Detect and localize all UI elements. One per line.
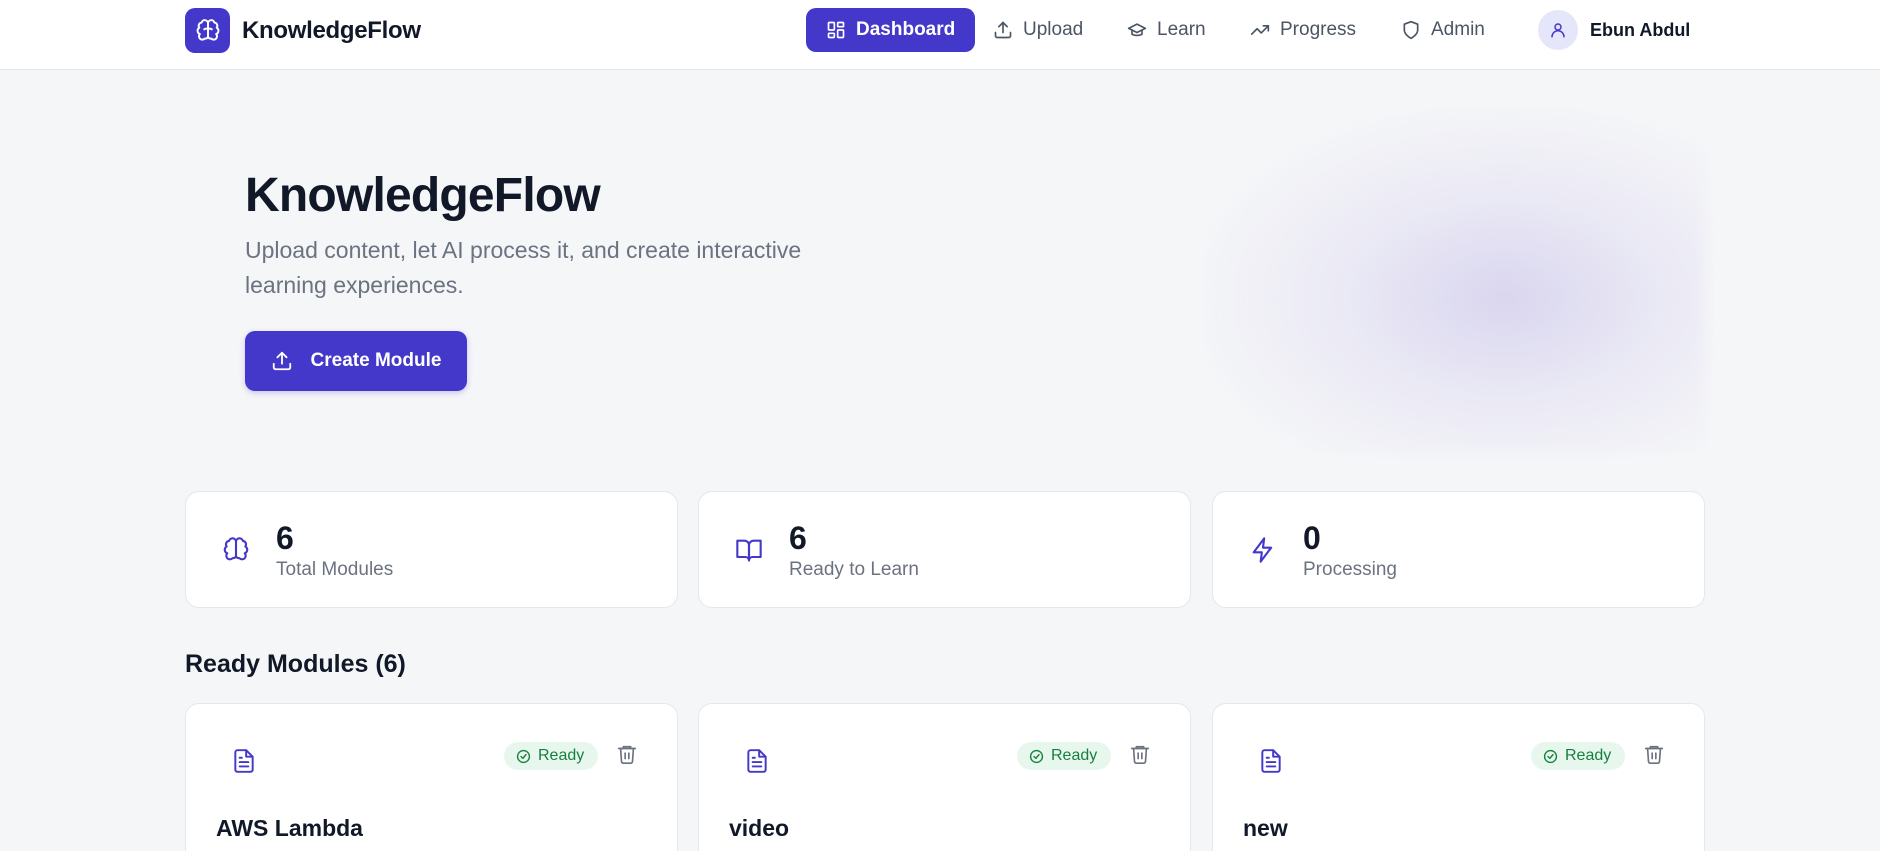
- nav-upload[interactable]: Upload: [973, 8, 1103, 52]
- module-card[interactable]: Ready video: [698, 703, 1191, 851]
- stat-label: Total Modules: [276, 559, 394, 580]
- status-badge: Ready: [1017, 742, 1112, 770]
- nav-admin[interactable]: Admin: [1381, 8, 1505, 52]
- trending-up-icon: [1250, 25, 1270, 36]
- brain-icon: [196, 18, 219, 41]
- grid-icon: [827, 21, 845, 39]
- file-text-icon: [747, 749, 767, 773]
- trash-icon[interactable]: [616, 743, 638, 765]
- stat-processing: 0 Processing: [1212, 491, 1705, 608]
- stat-value: 0: [1303, 520, 1321, 556]
- check-circle-icon: [1029, 749, 1044, 763]
- status-label: Ready: [538, 747, 585, 764]
- check-circle-icon: [1543, 749, 1558, 763]
- module-card[interactable]: Ready new: [1212, 703, 1705, 851]
- avatar: [1538, 10, 1578, 50]
- stat-value: 6: [276, 520, 294, 556]
- upload-icon: [994, 21, 1012, 39]
- module-title: AWS Lambda: [216, 815, 363, 841]
- status-label: Ready: [1051, 747, 1098, 764]
- create-module-label: Create Module: [310, 350, 442, 371]
- file-text-icon: [1261, 749, 1281, 773]
- module-title: video: [729, 815, 790, 841]
- graduation-cap-icon: [1127, 23, 1147, 37]
- section-title: Ready Modules (6): [185, 650, 406, 678]
- page-subtitle: Upload content, let AI process it, and c…: [245, 237, 802, 298]
- user-menu[interactable]: Ebun Abdul: [1538, 10, 1690, 50]
- trash-icon[interactable]: [1643, 743, 1665, 765]
- logo[interactable]: [185, 8, 230, 53]
- nav-learn-label: Learn: [1157, 19, 1206, 40]
- nav-dashboard-label: Dashboard: [856, 19, 956, 40]
- nav-progress[interactable]: Progress: [1230, 8, 1376, 52]
- zap-icon: [1252, 537, 1273, 563]
- nav-progress-label: Progress: [1280, 19, 1357, 40]
- stat-value: 6: [789, 520, 807, 556]
- module-title: new: [1243, 815, 1288, 841]
- create-module-button[interactable]: Create Module: [245, 331, 467, 391]
- nav-upload-label: Upload: [1023, 19, 1084, 40]
- book-open-icon: [736, 539, 762, 562]
- nav-dashboard[interactable]: Dashboard: [806, 8, 976, 52]
- stat-label: Ready to Learn: [789, 559, 919, 580]
- module-card[interactable]: Ready AWS Lambda: [185, 703, 678, 851]
- trash-icon[interactable]: [1129, 743, 1151, 765]
- shield-icon: [1403, 20, 1419, 40]
- top-navbar: KnowledgeFlow Dashboard Upload Learn Pro…: [0, 0, 1880, 70]
- nav-admin-label: Admin: [1431, 19, 1485, 40]
- status-label: Ready: [1565, 747, 1612, 764]
- user-icon: [1551, 23, 1565, 38]
- page-title: KnowledgeFlow: [245, 169, 601, 222]
- file-text-icon: [234, 749, 254, 773]
- status-badge: Ready: [1531, 742, 1626, 770]
- brand-name[interactable]: KnowledgeFlow: [242, 17, 421, 45]
- stat-label: Processing: [1303, 559, 1397, 580]
- status-badge: Ready: [504, 742, 599, 770]
- stat-ready-to-learn: 6 Ready to Learn: [698, 491, 1191, 608]
- nav-learn[interactable]: Learn: [1107, 8, 1226, 52]
- user-name: Ebun Abdul: [1590, 19, 1691, 40]
- brain-icon: [223, 537, 249, 561]
- hero-decoration: [1205, 110, 1705, 452]
- upload-icon: [272, 351, 291, 371]
- stat-total-modules: 6 Total Modules: [185, 491, 678, 608]
- check-circle-icon: [516, 749, 531, 763]
